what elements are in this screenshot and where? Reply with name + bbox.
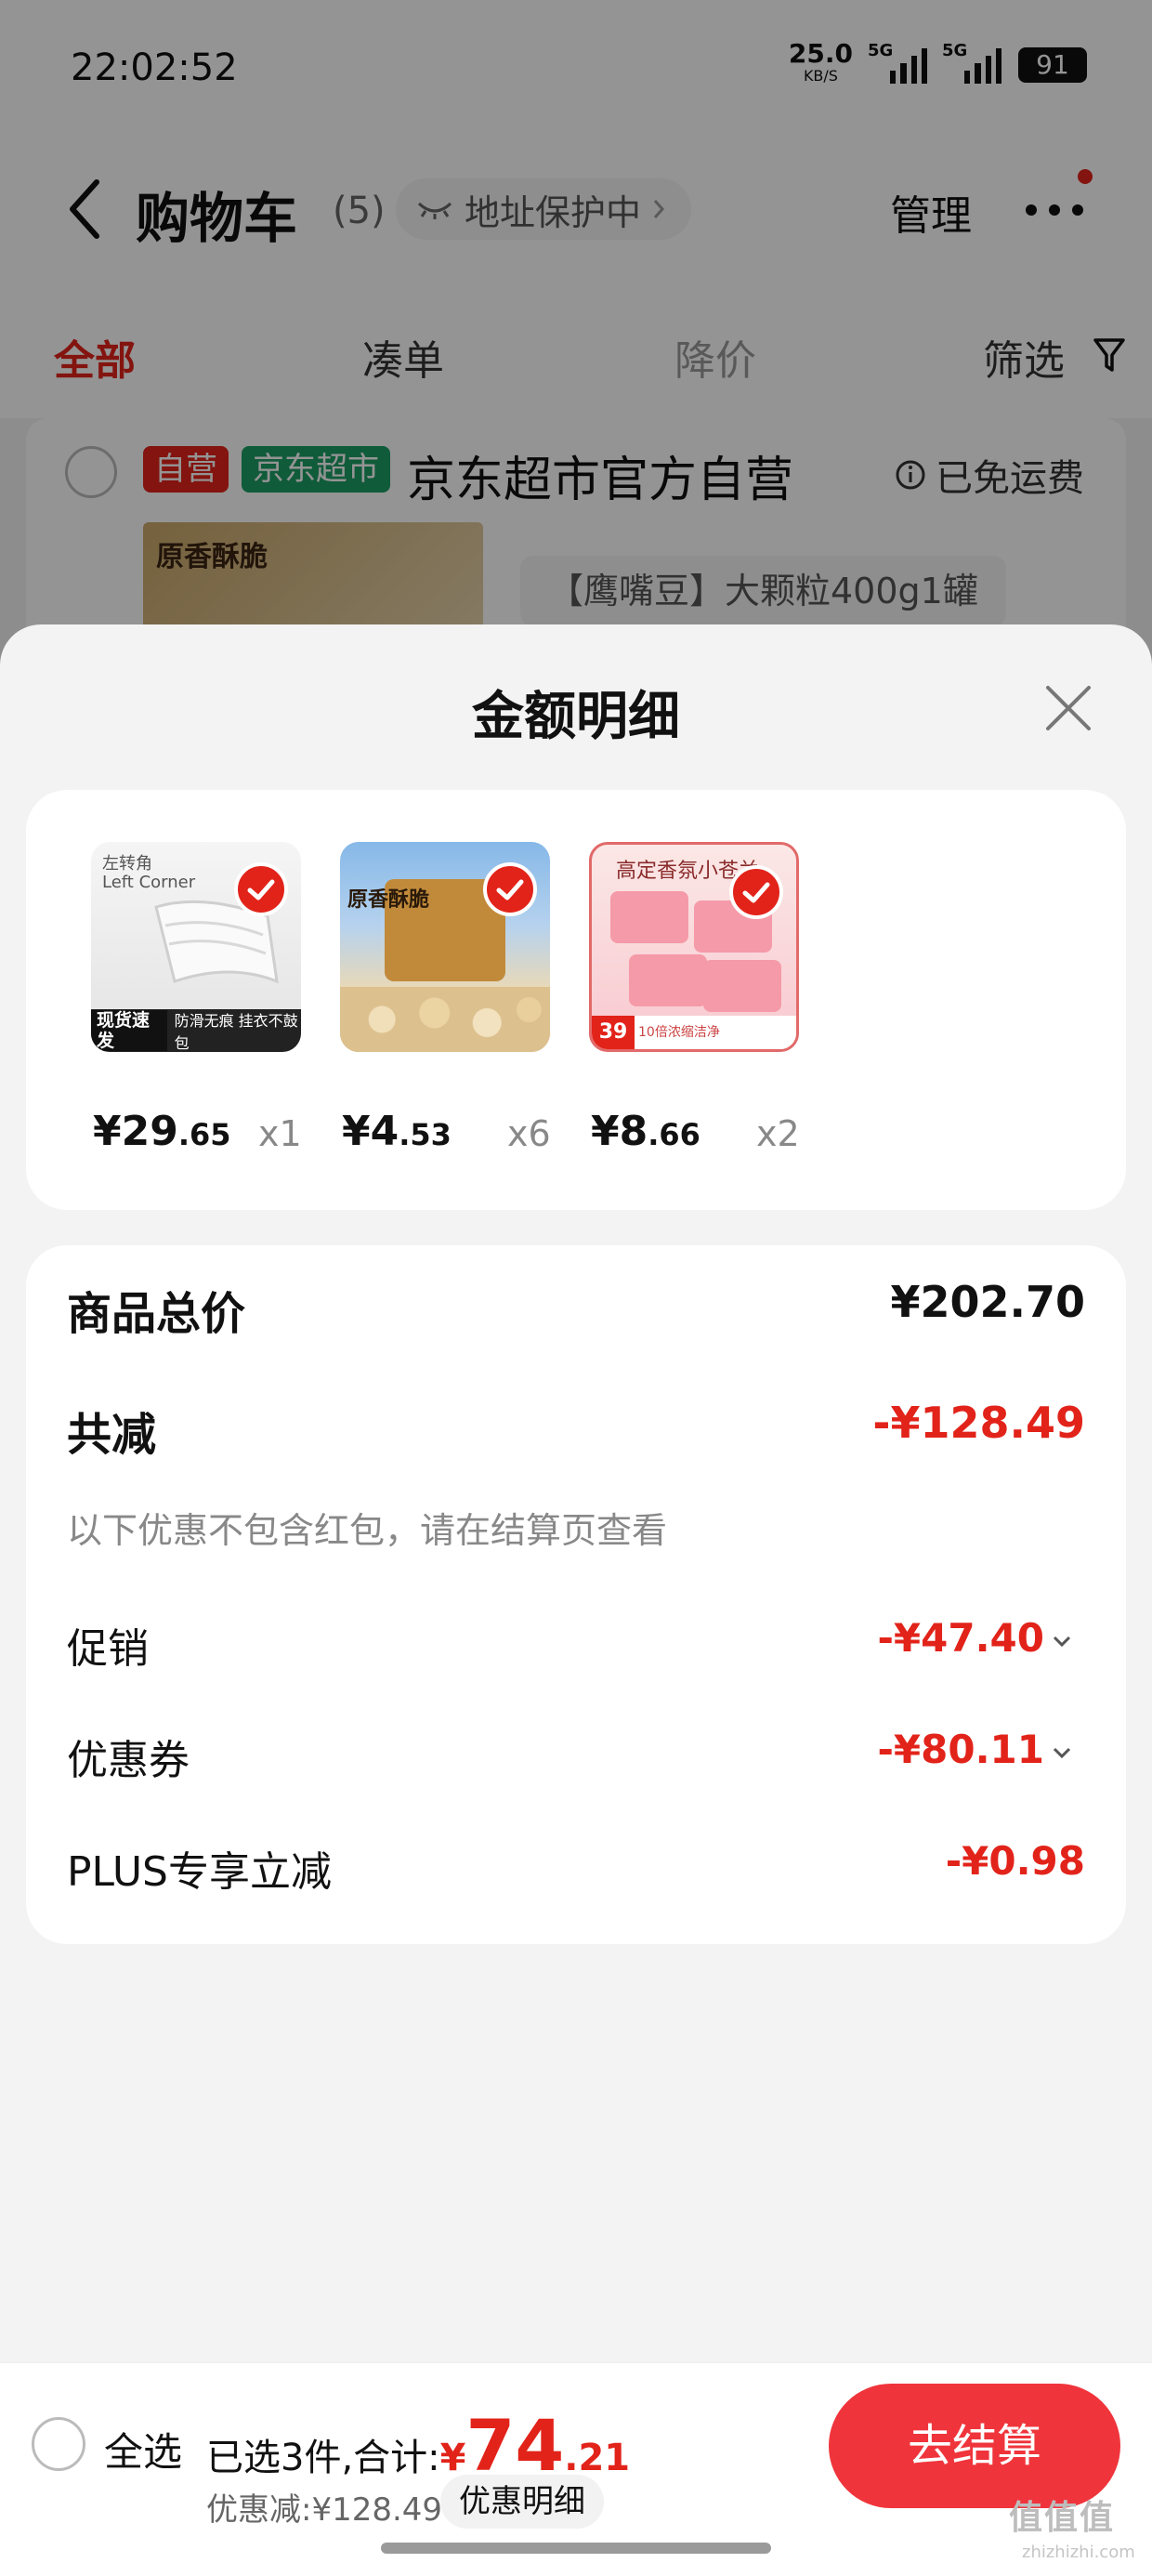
checkout-button[interactable]: 去结算 [829,2384,1120,2508]
item-quantity: x6 [507,1113,551,1154]
hanger-footer: 现货速发 防滑无痕 挂衣不鼓包 [91,1009,301,1052]
item-price: ¥29.65 [93,1108,231,1155]
item-quantity: x2 [756,1113,800,1154]
selected-item[interactable]: 左转角 Left Corner 现货速发 防滑无痕 挂衣不鼓包 ¥29.65 x… [91,842,302,1155]
promotion-label: 促销 [67,1625,149,1673]
sheet-title: 金额明细 [472,687,680,747]
item-price: ¥4.53 [342,1108,452,1155]
chickpeas-graphic [340,987,550,1052]
promotion-value: -¥47.40 [877,1615,1044,1661]
discount-detail-button[interactable]: 优惠明细 [440,2475,604,2529]
laundry-footer: 39 10倍浓缩洁净 [592,1016,796,1049]
coupon-label: 优惠券 [67,1737,190,1784]
selected-items-card: 左转角 Left Corner 现货速发 防滑无痕 挂衣不鼓包 ¥29.65 x… [26,790,1126,1210]
total-reduction-value: -¥128.49 [872,1398,1085,1448]
reduction-note: 以下优惠不包含红包，请在结算页查看 [67,1510,668,1551]
coupon-value: -¥80.11 [877,1727,1044,1772]
watermark-url: zhizhizhi.com [1022,2543,1135,2562]
jar-label: 原香酥脆 [347,888,430,912]
product-image-laundry-pods: 高定香氛小苍兰 39 10倍浓缩洁净 [589,842,799,1052]
total-reduction-label: 共减 [67,1409,157,1461]
item-quantity: x1 [258,1113,302,1154]
price-breakdown-card: 商品总价 ¥202.70 共减 -¥128.49 以下优惠不包含红包，请在结算页… [26,1245,1126,1944]
amount-detail-sheet: 金额明细 左转角 Left Corner 现货速发 防滑无痕 挂衣不鼓包 ¥29… [0,624,1152,2576]
select-all-radio[interactable] [32,2417,85,2471]
goods-total-value: ¥202.70 [890,1277,1085,1327]
check-icon [234,862,288,916]
plus-discount-value: -¥0.98 [945,1838,1085,1884]
select-all-label[interactable]: 全选 [104,2421,182,2477]
item-price: ¥8.66 [591,1108,700,1155]
coupon-row[interactable]: -¥80.11 [877,1727,1072,1772]
chevron-down-icon [1053,1747,1071,1758]
check-icon [483,862,537,916]
check-icon [729,865,783,919]
goods-total-label: 商品总价 [67,1288,246,1340]
product-image-chickpeas: 原香酥脆 [340,842,550,1052]
chevron-down-icon [1053,1636,1071,1647]
product-image-hanger: 左转角 Left Corner 现货速发 防滑无痕 挂衣不鼓包 [91,842,301,1052]
selected-item[interactable]: 高定香氛小苍兰 39 10倍浓缩洁净 ¥8.66 x2 [589,842,800,1155]
close-icon[interactable] [1041,680,1096,736]
discount-summary: 优惠减:¥128.49 [206,2491,443,2529]
promotion-row[interactable]: -¥47.40 [877,1615,1072,1661]
home-indicator[interactable] [381,2543,771,2554]
selected-item[interactable]: 原香酥脆 ¥4.53 x6 [340,842,551,1155]
watermark: 值值值 [1009,2499,1116,2537]
plus-discount-label: PLUS专享立减 [67,1848,332,1896]
selected-count-label: 已选3件,合计: [206,2437,440,2479]
